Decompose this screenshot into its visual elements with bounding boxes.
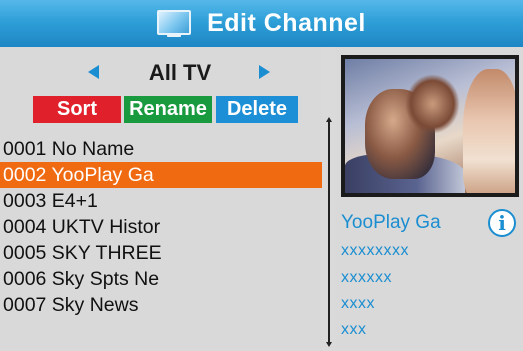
info-line: xxxxxx xyxy=(341,269,392,286)
channel-item-selected[interactable]: 0002 YooPlay Ga xyxy=(0,162,322,188)
channel-panel: All TV Sort Rename Delete 0001 No Name 0… xyxy=(0,47,322,351)
scroll-track[interactable] xyxy=(328,121,330,343)
scroll-down-icon[interactable] xyxy=(326,342,332,347)
info-icon[interactable]: i xyxy=(488,209,516,237)
tv-icon xyxy=(157,9,192,38)
title-bar: Edit Channel xyxy=(0,0,523,47)
channel-item[interactable]: 0007 Sky News xyxy=(0,292,322,318)
arrow-left-icon[interactable] xyxy=(88,65,99,79)
info-line: xxxxxxxx xyxy=(341,242,409,259)
channel-item[interactable]: 0001 No Name xyxy=(0,136,322,162)
page-title: Edit Channel xyxy=(207,9,366,37)
delete-button[interactable]: Delete xyxy=(216,96,298,123)
edit-channel-screen: Edit Channel All TV Sort Rename Delete 0… xyxy=(0,0,523,351)
channel-item[interactable]: 0004 UKTV Histor xyxy=(0,214,322,240)
group-selector[interactable]: All TV xyxy=(0,58,322,88)
sort-button[interactable]: Sort xyxy=(33,96,121,123)
scrollbar[interactable] xyxy=(326,117,332,347)
group-label: All TV xyxy=(148,60,212,85)
info-panel: YooPlay Ga i xxxxxxxx xxxxxx xxxx xxx xyxy=(336,47,523,351)
channel-item[interactable]: 0003 E4+1 xyxy=(0,188,322,214)
channel-list: 0001 No Name 0002 YooPlay Ga 0003 E4+1 0… xyxy=(0,136,322,318)
info-line: xxxx xyxy=(341,295,375,312)
info-line: xxx xyxy=(341,321,367,338)
channel-info-row: YooPlay Ga i xyxy=(341,209,521,237)
channel-info-name: YooPlay Ga xyxy=(341,212,441,233)
video-preview xyxy=(341,55,519,197)
channel-item[interactable]: 0006 Sky Spts Ne xyxy=(0,266,322,292)
channel-item[interactable]: 0005 SKY THREE xyxy=(0,240,322,266)
arrow-right-icon[interactable] xyxy=(259,65,270,79)
rename-button[interactable]: Rename xyxy=(124,96,212,123)
